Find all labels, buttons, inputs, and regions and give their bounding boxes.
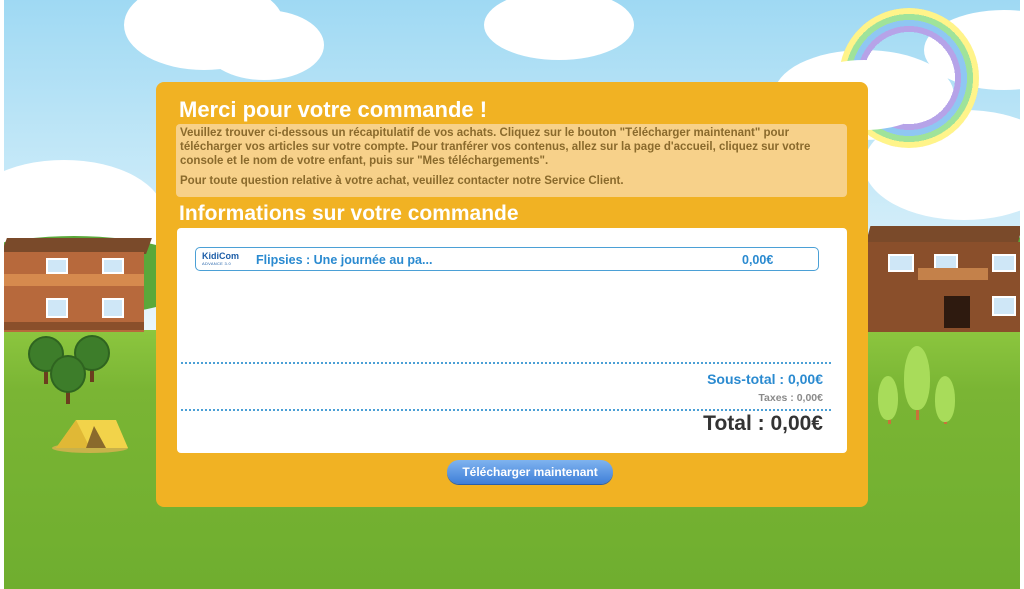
cloud [484, 0, 634, 60]
tree [935, 376, 955, 422]
taxes: Taxes : 0,00€ [758, 392, 823, 404]
brand-logo-subtext: ADVANCE 3.0 [202, 261, 232, 266]
kidicom-logo-icon: KidiCom ADVANCE 3.0 [202, 251, 246, 267]
tent [52, 420, 128, 453]
intro-paragraph: Veuillez trouver ci-dessous un récapitul… [180, 127, 811, 167]
right-house [865, 226, 1020, 332]
download-now-button[interactable]: Télécharger maintenant [447, 460, 613, 484]
left-house [4, 238, 152, 333]
order-section-title: Informations sur votre commande [179, 202, 519, 225]
tree [878, 376, 898, 420]
divider [181, 362, 831, 364]
item-name: Flipsies : Une journée au pa... [256, 253, 433, 267]
item-price: 0,00€ [742, 253, 774, 267]
tree [904, 346, 930, 410]
contact-paragraph: Pour toute question relative à votre ach… [180, 175, 624, 187]
subtotal: Sous-total : 0,00€ [707, 371, 823, 387]
order-confirmation-panel: Merci pour votre commande ! Veuillez tro… [156, 82, 868, 507]
cloud [204, 10, 324, 80]
tree [50, 355, 86, 393]
order-item-row: KidiCom ADVANCE 3.0 Flipsies : Une journ… [195, 247, 819, 271]
order-summary-box: KidiCom ADVANCE 3.0 Flipsies : Une journ… [177, 228, 847, 453]
divider [181, 409, 831, 411]
info-message-box: Veuillez trouver ci-dessous un récapitul… [176, 124, 847, 197]
brand-logo-text: KidiCom [202, 251, 239, 261]
total: Total : 0,00€ [703, 412, 823, 435]
page-title: Merci pour votre commande ! [179, 97, 488, 122]
